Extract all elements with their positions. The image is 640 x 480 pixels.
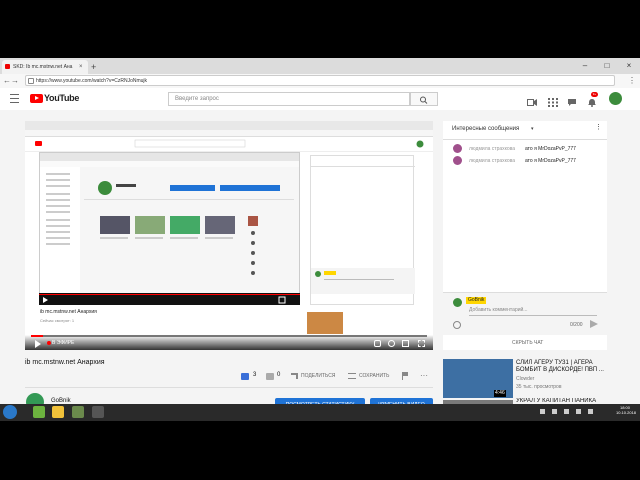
live-label[interactable]: В ЭФИРЕ <box>52 339 74 347</box>
send-icon[interactable] <box>590 320 598 328</box>
file-explorer-icon[interactable] <box>52 406 64 418</box>
suggestion-views: 35 тыс. просмотров <box>516 384 562 390</box>
nested-video-title: ib mc.mstnw.net Анархия <box>40 309 97 315</box>
char-counter: 0/200 <box>570 322 583 328</box>
like-count: 3 <box>253 372 257 378</box>
youtube-logo-icon[interactable] <box>30 94 43 103</box>
chat-mode-selector[interactable]: Интересные сообщения <box>452 126 519 132</box>
chat-message-avatar <box>453 144 462 153</box>
close-window-button[interactable]: × <box>618 58 640 74</box>
chat-message-author: людмила страхкова <box>469 158 516 164</box>
save-playlist-icon[interactable] <box>348 373 356 379</box>
search-button[interactable] <box>410 92 438 106</box>
my-name-badge: GoBnik <box>466 297 487 304</box>
messages-icon[interactable] <box>567 94 577 106</box>
hamburger-menu-icon[interactable] <box>10 94 19 103</box>
logo-region: RU <box>58 93 64 98</box>
forward-button[interactable]: → <box>11 74 19 88</box>
nested-viewer-count: Сейчас смотрят: 1 <box>40 318 75 323</box>
app-icon[interactable] <box>92 406 104 418</box>
live-indicator-dot <box>47 341 51 345</box>
minecraft-icon[interactable] <box>72 406 84 418</box>
network-icon[interactable] <box>576 409 581 414</box>
search-input[interactable]: Введите запрос <box>168 92 410 106</box>
suggestion-title[interactable]: СЛИЛ АГЕРУ ТУЗ1 | АГЕРА БОМБИТ В ДИСКОРД… <box>516 360 606 374</box>
chevron-down-icon[interactable]: ▾ <box>531 126 534 132</box>
chat-message-author: людмила страхкова <box>469 146 516 152</box>
share-icon[interactable] <box>291 373 298 379</box>
volume-icon[interactable] <box>588 409 593 414</box>
search-icon <box>420 96 428 104</box>
app-launcher-icon[interactable] <box>33 406 45 418</box>
notifications-count-badge: 9+ <box>591 92 598 97</box>
theater-mode-icon[interactable] <box>402 340 409 347</box>
nested-masthead <box>25 137 433 152</box>
browser-tab[interactable]: SKD: Ib mc.mstnw.net Ана <box>2 60 88 74</box>
lock-icon <box>28 78 34 84</box>
dislike-count: 0 <box>277 372 281 378</box>
maximize-button[interactable]: □ <box>596 58 618 74</box>
player-controls <box>25 335 433 350</box>
suggestion-channel: Clowder <box>516 376 535 382</box>
chat-message-input[interactable]: Добавить комментарий... <box>469 307 597 316</box>
progress-bar-fill <box>31 335 43 337</box>
hide-chat-button[interactable]: СКРЫТЬ ЧАТ <box>512 340 543 346</box>
browser-menu-icon[interactable]: ⋮ <box>628 74 636 88</box>
nested-address-bar <box>25 130 433 137</box>
save-button[interactable]: СОХРАНИТЬ <box>359 373 389 379</box>
nested-tabstrip <box>25 121 433 130</box>
divider <box>25 387 433 388</box>
suggestion-duration: 4:46 <box>494 390 506 397</box>
play-icon[interactable] <box>35 340 41 348</box>
apps-grid-icon[interactable] <box>548 94 558 107</box>
windows-start-icon[interactable] <box>3 405 17 419</box>
create-video-icon[interactable] <box>527 94 537 106</box>
address-bar-input[interactable]: https://www.youtube.com/watch?v=CzRNJoNm… <box>25 75 615 86</box>
chat-message-text: ато я MrDozaPvP_777 <box>525 146 576 152</box>
progress-bar[interactable] <box>31 335 427 337</box>
settings-gear-icon[interactable] <box>388 340 395 347</box>
dislike-icon[interactable] <box>266 373 274 380</box>
share-button[interactable]: ПОДЕЛИТЬСЯ <box>301 373 335 379</box>
tray-icon[interactable] <box>540 409 545 414</box>
video-title: ib mc.mstnw.net Анархия <box>25 359 105 366</box>
youtube-favicon-icon <box>5 64 10 69</box>
clock-date: 10.10.2018 <box>616 410 637 415</box>
close-tab-icon[interactable]: × <box>79 60 83 74</box>
tray-icon[interactable] <box>552 409 557 414</box>
back-button[interactable]: ← <box>3 74 11 88</box>
like-icon[interactable] <box>241 373 249 380</box>
minimize-button[interactable]: – <box>574 58 596 74</box>
subtitles-icon[interactable] <box>374 340 381 347</box>
nested-suggestion-thumbnail <box>307 312 343 334</box>
report-flag-icon[interactable] <box>402 372 409 380</box>
fullscreen-icon[interactable] <box>418 340 425 347</box>
chat-menu-icon[interactable]: ⋮ <box>595 124 602 132</box>
new-tab-button[interactable]: + <box>91 60 96 74</box>
emoji-icon[interactable] <box>453 321 461 329</box>
tray-icon[interactable] <box>564 409 569 414</box>
nested-live-chat <box>310 155 415 305</box>
my-avatar <box>453 298 462 307</box>
clock[interactable]: 18:00 10.10.2018 <box>616 405 637 415</box>
account-avatar[interactable] <box>609 92 622 105</box>
nested-channel-page <box>40 153 299 295</box>
letterbox-bottom <box>0 421 640 480</box>
nested-player-controls <box>39 293 300 305</box>
letterbox-top <box>0 0 640 58</box>
more-actions-icon[interactable]: ··· <box>420 372 428 380</box>
chat-message-text: ато я MrDozaPvP_777 <box>525 158 576 164</box>
chat-message-avatar <box>453 156 462 165</box>
